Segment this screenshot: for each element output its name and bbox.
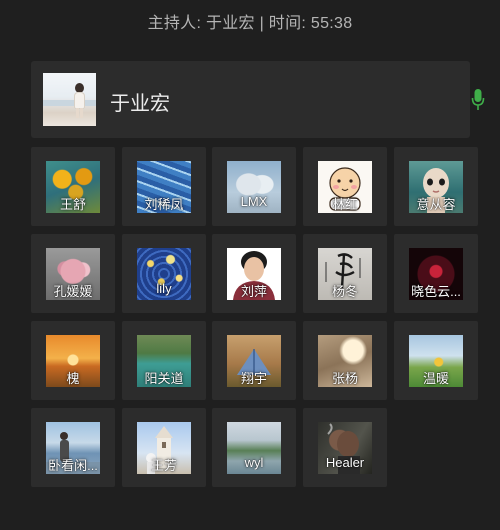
participant-tile[interactable]: 张杨: [303, 321, 387, 400]
participant-name: 卧看闲...: [48, 458, 98, 473]
participant-tile[interactable]: 翔宇: [212, 321, 296, 400]
participant-tile[interactable]: wyl: [212, 408, 296, 487]
participant-tile[interactable]: Healer: [303, 408, 387, 487]
participant-name: lily: [156, 281, 172, 296]
participant-tile[interactable]: 槐: [31, 321, 115, 400]
participant-name: 王芳: [150, 458, 177, 473]
participant-name: Healer: [325, 455, 365, 470]
participant-tile[interactable]: 温暖: [394, 321, 478, 400]
participant-tile[interactable]: 杨冬: [303, 234, 387, 313]
participant-tile[interactable]: 王舒: [31, 147, 115, 226]
participant-name: 林红: [331, 197, 358, 212]
participant-tile[interactable]: lily: [122, 234, 206, 313]
participant-name: 温暖: [422, 371, 449, 386]
meeting-status: 主持人: 于业宏 | 时间: 55:38: [147, 15, 353, 32]
participant-tile[interactable]: 卧看闲...: [31, 408, 115, 487]
participant-name: 王舒: [59, 197, 86, 212]
participant-name: 张杨: [331, 371, 358, 386]
participant-name: 刘萍: [240, 284, 267, 299]
host-card[interactable]: 于业宏: [31, 61, 485, 138]
participant-tile[interactable]: 意从容: [394, 147, 478, 226]
participant-name: LMX: [240, 194, 268, 209]
host-avatar: [43, 73, 96, 126]
participant-name: wyl: [244, 455, 264, 470]
participant-tile[interactable]: LMX: [212, 147, 296, 226]
participant-tile[interactable]: 刘萍: [212, 234, 296, 313]
participant-tile[interactable]: 孔媛媛: [31, 234, 115, 313]
participant-name: 孔媛媛: [53, 284, 93, 299]
host-name: 于业宏: [110, 93, 170, 115]
participant-tile[interactable]: 林红: [303, 147, 387, 226]
participant-name: 刘稀凤: [144, 197, 184, 212]
participant-name: 槐: [66, 371, 80, 386]
participant-name: 意从容: [416, 197, 456, 212]
participant-tile[interactable]: 阳关道: [122, 321, 206, 400]
participant-name: 翔宇: [240, 371, 267, 386]
participant-name: 杨冬: [331, 284, 358, 299]
participant-tile[interactable]: 刘稀凤: [122, 147, 206, 226]
participant-name: 阳关道: [144, 371, 184, 386]
participant-name: 晓色云...: [411, 284, 461, 299]
participant-tile[interactable]: 晓色云...: [394, 234, 478, 313]
microphone-icon[interactable]: [471, 88, 485, 112]
participant-tile[interactable]: 王芳: [122, 408, 206, 487]
